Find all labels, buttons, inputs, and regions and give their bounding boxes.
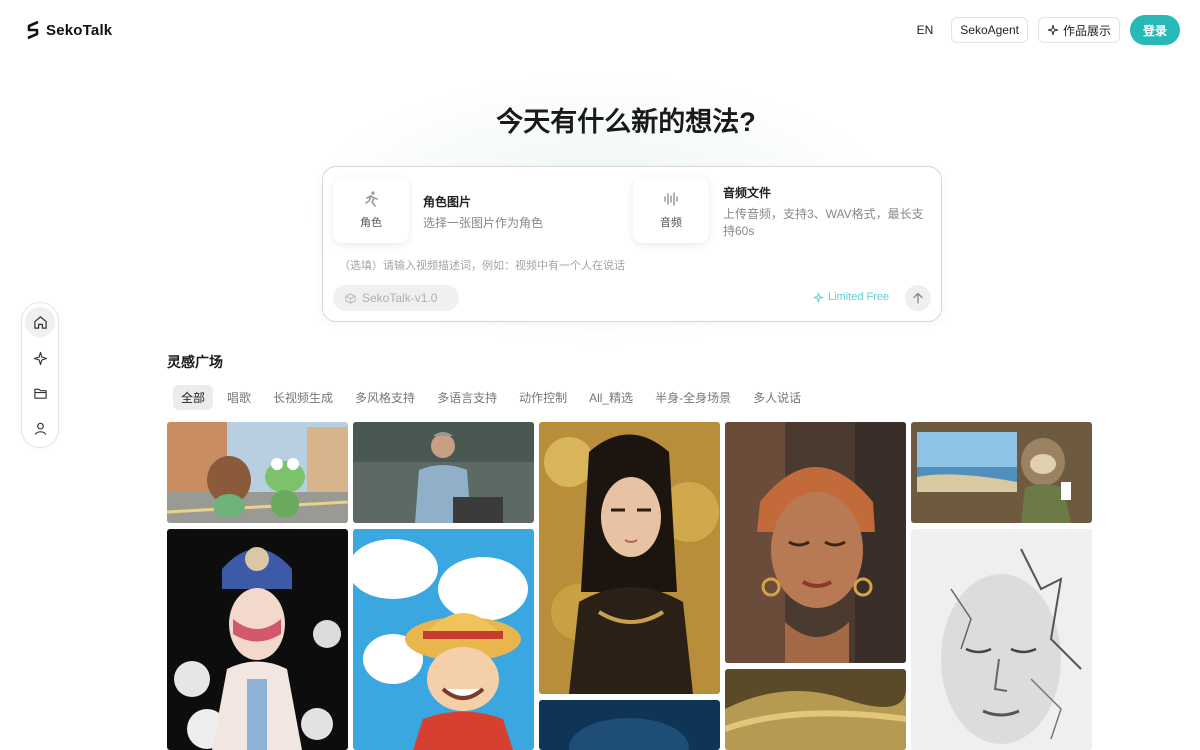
limited-free-label: Limited Free — [828, 291, 890, 303]
inspiration-gallery — [167, 422, 1093, 750]
tab-multi-language[interactable]: 多语言支持 — [429, 385, 505, 410]
painted-woman-headscarf-thumbnail — [725, 422, 906, 663]
role-upload-title: 角色图片 — [423, 195, 472, 209]
tab-motion-control[interactable]: 动作控制 — [511, 385, 575, 410]
sparkle-icon — [33, 351, 47, 365]
golden-warrior-portrait-thumbnail — [539, 422, 720, 694]
audio-upload-tile[interactable]: 音频 — [633, 177, 709, 243]
tab-all[interactable]: 全部 — [173, 385, 214, 410]
gallery-card[interactable] — [539, 700, 720, 750]
tab-multi-speaker[interactable]: 多人说话 — [745, 385, 809, 410]
gallery-card[interactable] — [353, 529, 534, 750]
send-button[interactable] — [905, 285, 931, 311]
gallery-card[interactable] — [911, 529, 1092, 750]
role-tile-label: 角色 — [360, 217, 382, 229]
gallery-card[interactable] — [911, 422, 1092, 523]
tab-singing[interactable]: 唱歌 — [219, 385, 259, 410]
nav-home[interactable] — [25, 307, 55, 337]
language-toggle[interactable]: EN — [909, 23, 942, 37]
audio-upload-desc: 上传音频，支持3、WAV格式，最长支持60s — [723, 207, 924, 238]
gallery-card[interactable] — [725, 669, 906, 750]
top-bar: SekoTalk EN SekoAgent 作品展示 登录 — [0, 0, 1200, 60]
audio-wave-icon — [664, 192, 678, 206]
nav-create[interactable] — [25, 343, 55, 373]
sparkle-icon — [1047, 24, 1059, 36]
role-upload-desc: 选择一张图片作为角色 — [423, 216, 544, 230]
golden-fabric-thumbnail — [725, 669, 906, 750]
showcase-label: 作品展示 — [1062, 23, 1111, 38]
login-button[interactable]: 登录 — [1130, 15, 1180, 45]
running-person-icon — [365, 191, 378, 207]
audio-tile-label: 音频 — [660, 217, 682, 229]
side-navigation — [21, 302, 59, 448]
anime-straw-hat-boy-thumbnail — [353, 529, 534, 750]
nav-projects[interactable] — [25, 378, 55, 408]
nav-profile[interactable] — [25, 413, 55, 443]
peking-opera-portrait-thumbnail — [167, 529, 348, 750]
cube-icon — [345, 292, 356, 304]
tab-half-full-body[interactable]: 半身-全身场景 — [647, 385, 739, 410]
sekoagent-button[interactable]: SekoAgent — [951, 17, 1028, 43]
cartoon-animals-street-thumbnail — [167, 422, 348, 523]
sekoagent-label: SekoAgent — [960, 23, 1019, 37]
hero-title: 今天有什么新的想法? — [496, 107, 756, 137]
gallery-card[interactable] — [167, 529, 348, 750]
sekotalk-logo-icon — [27, 20, 39, 40]
role-upload-tile[interactable]: 角色 — [333, 177, 409, 243]
folder-icon — [33, 388, 47, 399]
tab-long-video[interactable]: 长视频生成 — [265, 385, 341, 410]
category-tabs: 全部 唱歌 长视频生成 多风格支持 多语言支持 动作控制 All_精选 半身-全… — [173, 385, 815, 410]
speaker-at-podium-thumbnail — [353, 422, 534, 523]
sparkle-icon — [813, 292, 824, 302]
gallery-card[interactable] — [539, 422, 720, 694]
model-name: SekoTalk-v1.0 — [362, 291, 438, 305]
brand-name: SekoTalk — [46, 21, 113, 39]
sloth-on-train-thumbnail — [911, 422, 1092, 523]
user-icon — [34, 422, 46, 435]
tab-multi-style[interactable]: 多风格支持 — [347, 385, 423, 410]
limited-free-badge: Limited Free — [813, 291, 889, 303]
brand-logo[interactable]: SekoTalk — [26, 20, 112, 40]
gallery-card[interactable] — [167, 422, 348, 523]
arrow-up-icon — [913, 292, 923, 304]
gallery-card[interactable] — [725, 422, 906, 663]
cracked-face-sketch-thumbnail — [911, 529, 1092, 750]
dark-blue-scene-thumbnail — [539, 700, 720, 750]
tab-all-featured[interactable]: All_精选 — [581, 385, 641, 410]
audio-upload-title: 音频文件 — [723, 186, 772, 200]
gallery-card[interactable] — [353, 422, 534, 523]
inspiration-title: 灵感广场 — [167, 354, 223, 370]
home-icon — [33, 315, 47, 329]
prompt-input[interactable]: （选填）请输入视频描述词，例如：视频中有一个人在说话 — [339, 257, 625, 273]
composer-card: 角色 角色图片 选择一张图片作为角色 音频 音频文件 上传音频，支持3、WAV格… — [322, 166, 942, 322]
model-selector[interactable]: SekoTalk-v1.0 — [333, 285, 459, 311]
showcase-button[interactable]: 作品展示 — [1037, 17, 1120, 43]
